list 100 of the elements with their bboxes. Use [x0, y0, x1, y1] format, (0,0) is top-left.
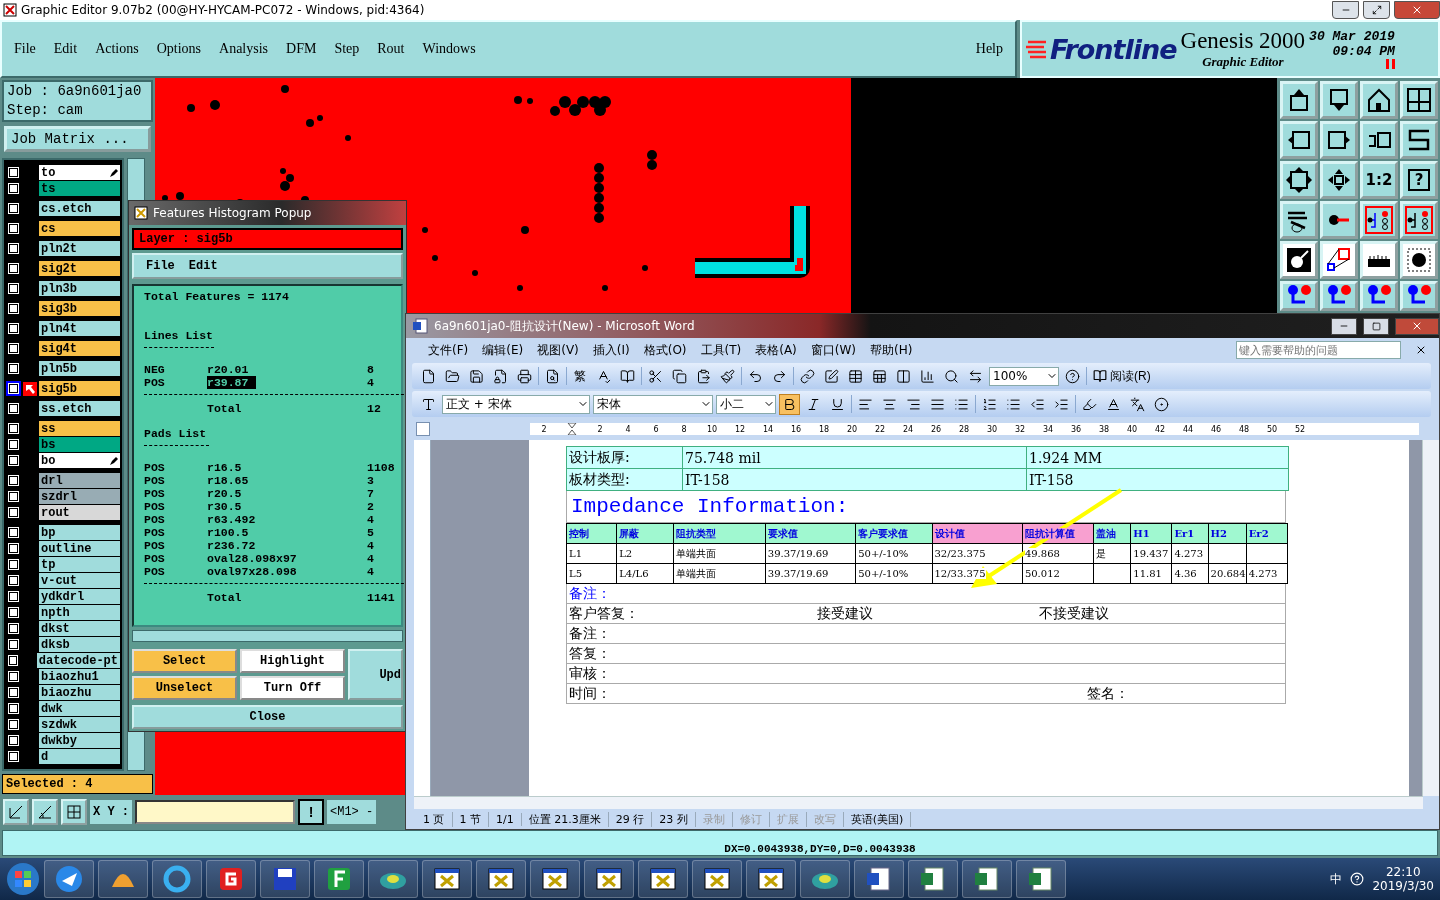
symbol-text[interactable]: r100.5	[207, 526, 367, 539]
close-button[interactable]: Close	[132, 705, 403, 729]
layer-name[interactable]: dwk	[39, 701, 120, 716]
layer-toggle-button[interactable]	[6, 361, 21, 376]
tool-button[interactable]	[1280, 121, 1318, 159]
layer-name[interactable]: npth	[39, 605, 120, 620]
layer-toggle-button[interactable]	[6, 749, 21, 764]
menu-item[interactable]: Analysis	[219, 41, 269, 57]
menu-item[interactable]: Windows	[422, 41, 476, 57]
tool-button[interactable]	[1280, 81, 1318, 119]
layer-toggle-button[interactable]	[6, 473, 21, 488]
maximize-button[interactable]	[1363, 1, 1390, 19]
layer-name[interactable]: ydkdrl	[39, 589, 120, 604]
layer-name[interactable]: outline	[39, 541, 120, 556]
layer-toggle-button[interactable]	[6, 717, 21, 732]
layer-toggle-button[interactable]	[6, 505, 21, 520]
tool-button[interactable]	[1320, 121, 1358, 159]
font-select[interactable]: 宋体	[593, 394, 713, 414]
zoom-select[interactable]: 100%	[989, 366, 1059, 386]
tool-button[interactable]	[1320, 281, 1358, 311]
symbol-text[interactable]: r20.01	[207, 363, 249, 376]
angle-tool-button[interactable]	[32, 798, 58, 825]
menu-item[interactable]: 帮助(H)	[870, 341, 913, 359]
tool-button[interactable]	[1280, 241, 1318, 279]
close-icon[interactable]	[1415, 344, 1427, 356]
maximize-button[interactable]	[1363, 317, 1389, 335]
style-select[interactable]: 正文 + 宋体	[442, 394, 590, 414]
layer-name[interactable]: pln5b	[39, 361, 120, 376]
taskbar-button[interactable]	[260, 860, 310, 898]
layer-name[interactable]: tp	[39, 557, 120, 572]
menu-item[interactable]: Actions	[95, 41, 139, 57]
layer-name[interactable]: v-cut	[39, 573, 120, 588]
layer-toggle-button[interactable]	[6, 685, 21, 700]
symbol-text[interactable]: r16.5	[207, 461, 367, 474]
layer-toggle-button[interactable]	[6, 589, 21, 604]
menu-item[interactable]: 视图(V)	[537, 341, 579, 359]
menu-item[interactable]: 插入(I)	[592, 341, 630, 359]
close-button[interactable]	[1394, 1, 1440, 19]
layer-toggle-button[interactable]	[6, 701, 21, 716]
read-button[interactable]: 阅读(R)	[1090, 365, 1154, 387]
help-search-field[interactable]: 键入需要帮助的问题	[1236, 341, 1401, 359]
minimize-button[interactable]	[1332, 1, 1359, 19]
layer-name[interactable]: pln3b	[39, 281, 120, 296]
layer-toggle-button[interactable]	[6, 241, 21, 256]
taskbar-button[interactable]	[746, 860, 796, 898]
angle-tool-button[interactable]	[3, 798, 29, 825]
layer-toggle-button[interactable]	[6, 401, 21, 416]
layer-toggle-button[interactable]	[6, 489, 21, 504]
layer-name[interactable]: sig4t	[39, 341, 120, 356]
symbol-text[interactable]: r63.492	[207, 513, 367, 526]
layer-name[interactable]: biaozhu	[39, 685, 120, 700]
taskbar-button[interactable]	[962, 860, 1012, 898]
layer-name[interactable]: dksb	[39, 637, 120, 652]
taskbar-button[interactable]	[854, 860, 904, 898]
symbol-text[interactable]: r236.72	[207, 539, 367, 552]
menu-item[interactable]: File	[14, 41, 36, 57]
layer-name[interactable]: pln2t	[39, 241, 120, 256]
menu-item[interactable]: Edit	[188, 259, 218, 273]
layer-name[interactable]: sig3b	[39, 301, 120, 316]
layer-name[interactable]: ss	[39, 421, 120, 436]
layer-toggle-button[interactable]	[6, 605, 21, 620]
action-button[interactable]: Highlight	[240, 649, 345, 673]
layer-toggle-button[interactable]	[6, 621, 21, 636]
taskbar-button[interactable]	[206, 860, 256, 898]
clock[interactable]: 22:10 2019/3/30	[1372, 865, 1434, 893]
ime-indicator[interactable]: 中	[1330, 870, 1343, 888]
coordinates-field[interactable]	[135, 799, 295, 824]
tool-button[interactable]	[1400, 201, 1438, 239]
layer-name[interactable]: drl	[39, 473, 120, 488]
menu-item[interactable]: 编辑(E)	[482, 341, 524, 359]
taskbar-button[interactable]	[530, 860, 580, 898]
tool-button[interactable]	[1400, 121, 1438, 159]
grid-tool-button[interactable]	[61, 798, 87, 825]
job-matrix-button[interactable]: Job Matrix ...	[4, 126, 151, 152]
tool-button[interactable]	[1360, 281, 1398, 311]
layer-toggle-button[interactable]	[6, 381, 21, 396]
tool-button[interactable]	[1400, 241, 1438, 279]
layer-toggle-button[interactable]	[6, 653, 21, 668]
tool-button[interactable]: ?	[1400, 161, 1438, 199]
action-button[interactable]: Select	[132, 649, 237, 673]
layer-name[interactable]: dkst	[39, 621, 120, 636]
symbol-text[interactable]: oval28.098x97	[207, 552, 367, 565]
symbol-text[interactable]: r39.87	[207, 376, 257, 389]
layer-toggle-button[interactable]	[6, 557, 21, 572]
tool-button[interactable]	[1360, 241, 1398, 279]
menu-item[interactable]: Edit	[53, 41, 78, 57]
layer-name[interactable]: ts	[39, 181, 120, 196]
layer-name[interactable]: bp	[39, 525, 120, 540]
layer-toggle-button[interactable]	[6, 321, 21, 336]
taskbar-button[interactable]	[368, 860, 418, 898]
tool-button[interactable]	[1320, 81, 1358, 119]
action-button[interactable]: Turn Off	[240, 676, 345, 700]
menu-item[interactable]: File	[146, 259, 175, 273]
tool-button[interactable]	[1280, 281, 1318, 311]
menu-item[interactable]: 工具(T)	[700, 341, 742, 359]
layer-toggle-button[interactable]	[6, 181, 21, 196]
layer-toggle-button[interactable]	[6, 165, 21, 180]
tool-button[interactable]	[1320, 201, 1358, 239]
taskbar-button[interactable]	[1016, 860, 1066, 898]
format-button[interactable]	[779, 393, 800, 415]
